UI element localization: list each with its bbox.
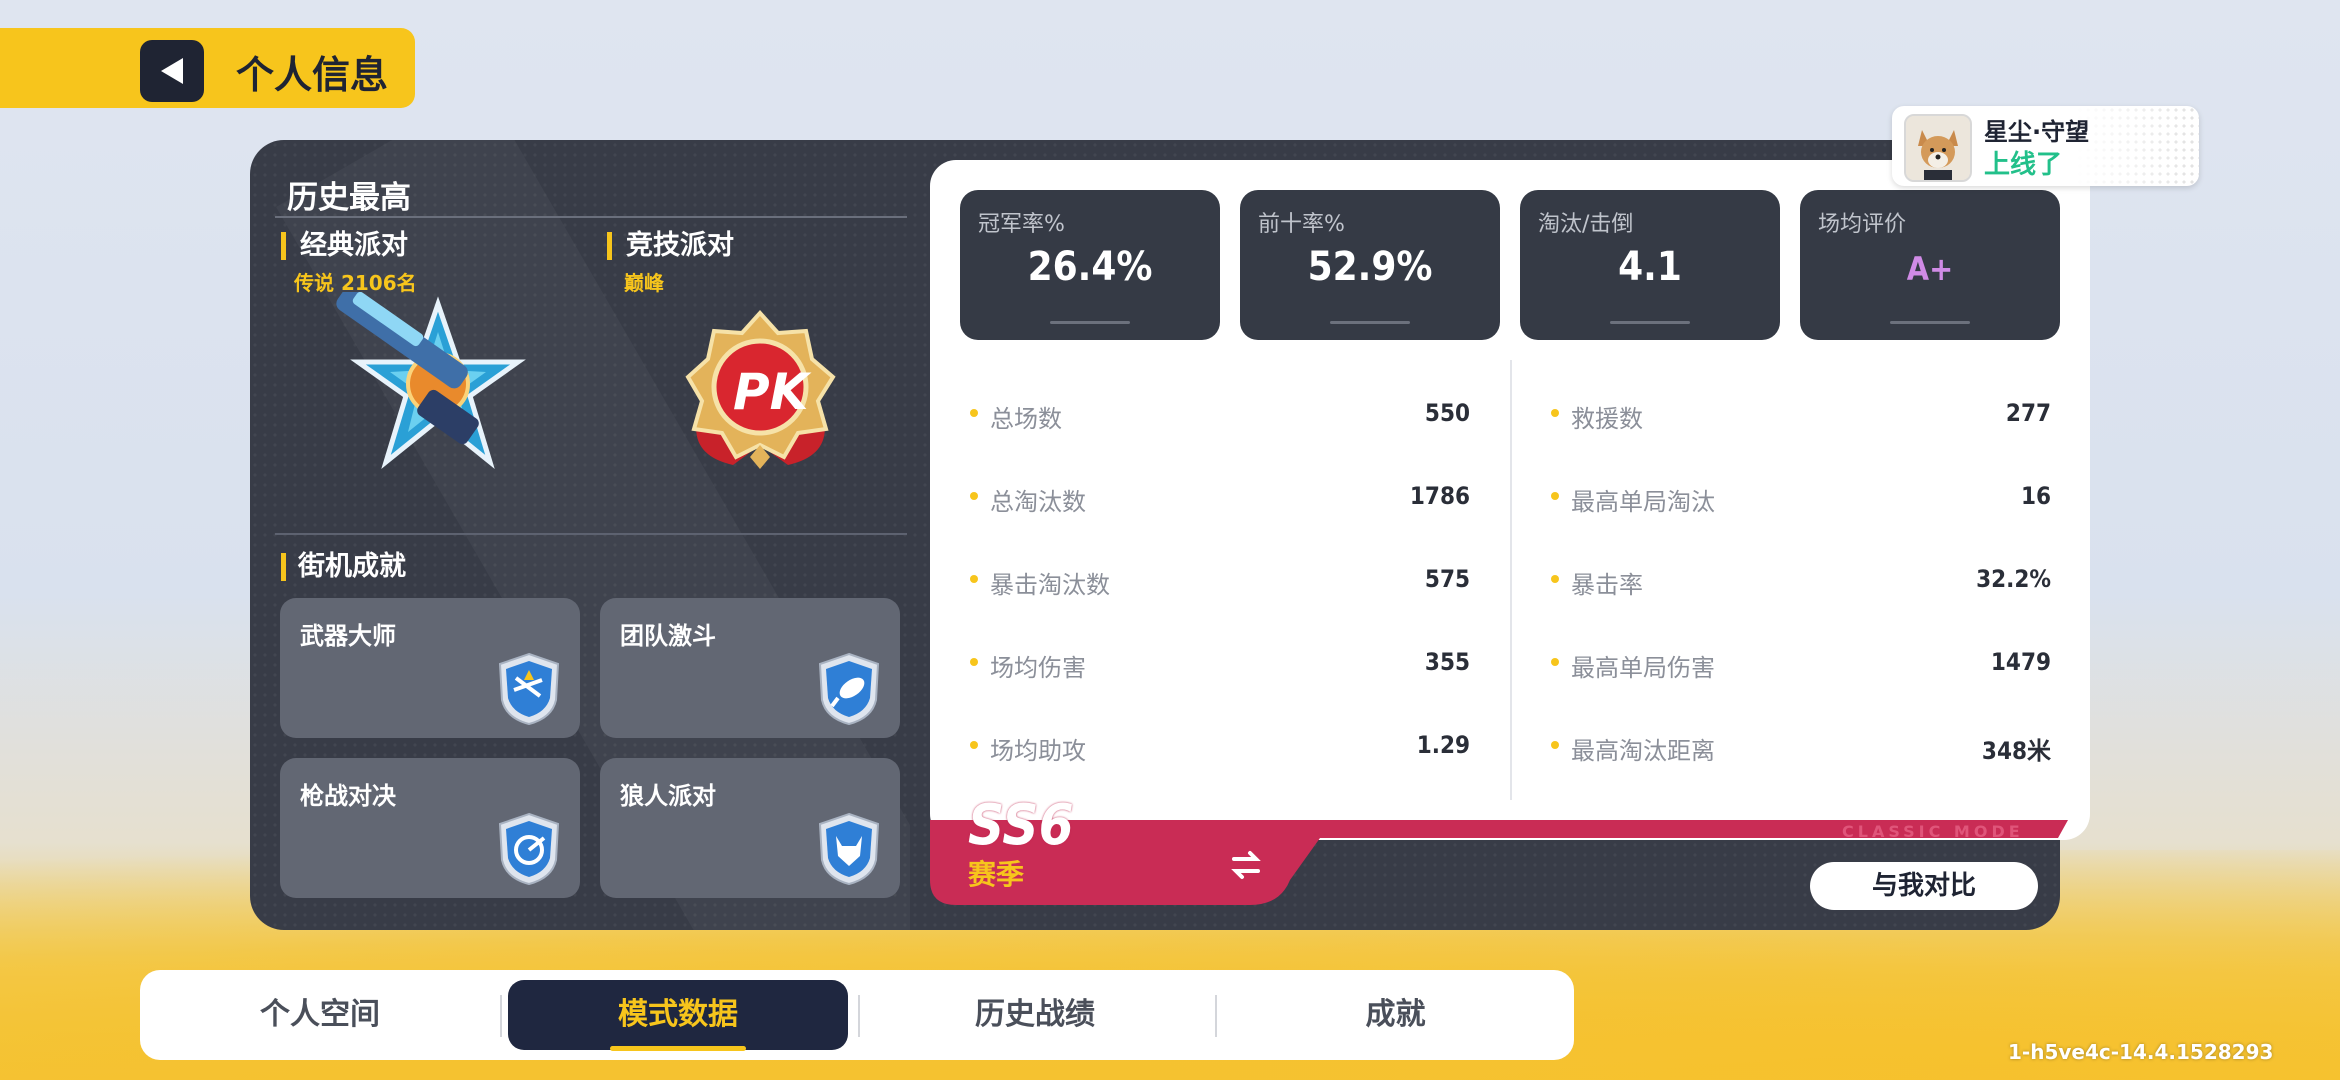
season-code: SS6	[968, 793, 1074, 858]
stat-label: 总淘汰数	[990, 488, 1086, 516]
achievement-team-battle[interactable]: 团队激斗	[600, 598, 900, 738]
stat-value: 355	[1424, 648, 1470, 676]
stat-card-value: 52.9%	[1307, 244, 1433, 290]
stat-row: 总淘汰数 1786	[970, 478, 1470, 518]
stat-card-avg-rating: 场均评价 A+	[1800, 190, 2060, 340]
competitive-party-label: 竞技派对	[607, 232, 734, 260]
stat-card-underline	[1890, 321, 1970, 324]
stat-label: 暴击率	[1571, 571, 1643, 599]
stat-card-grade: A+	[1906, 250, 1954, 288]
achievement-gunfight-duel[interactable]: 枪战对决	[280, 758, 580, 898]
stat-value: 32.2%	[1976, 565, 2051, 593]
stat-label: 最高单局淘汰	[1571, 488, 1715, 516]
stat-card-title: 淘汰/击倒	[1538, 212, 1634, 237]
divider	[275, 216, 907, 218]
bullet-dot	[1551, 409, 1559, 417]
gunfight-duel-icon	[498, 812, 560, 886]
weapon-master-icon	[498, 652, 560, 726]
stat-card-kd: 淘汰/击倒 4.1	[1520, 190, 1780, 340]
version-label: 1-h5ve4c-14.4.1528293	[2008, 1040, 2274, 1064]
stat-row: 最高单局淘汰 16	[1551, 478, 2051, 518]
stat-value: 550	[1424, 399, 1470, 427]
legend-rank-badge-icon[interactable]	[318, 292, 528, 482]
compare-with-me-button[interactable]: 与我对比	[1810, 862, 2038, 910]
stat-label: 最高单局伤害	[1571, 654, 1715, 682]
season-label: 赛季	[968, 858, 1025, 891]
arcade-achievements-title: 街机成就	[281, 553, 406, 581]
stat-row: 场均助攻 1.29	[970, 727, 1470, 767]
bullet-dot	[1551, 658, 1559, 666]
stat-card-top10-rate: 前十率% 52.9%	[1240, 190, 1500, 340]
bullet-dot	[1551, 492, 1559, 500]
bullet-dot	[970, 492, 978, 500]
achievement-werewolf-party[interactable]: 狼人派对	[600, 758, 900, 898]
peak-rank-pk-badge-icon[interactable]: PK	[678, 305, 843, 475]
achievement-label: 枪战对决	[300, 782, 396, 810]
divider	[275, 533, 907, 535]
stat-row: 暴击淘汰数 575	[970, 561, 1470, 601]
stat-card-title: 冠军率%	[978, 212, 1065, 237]
achievement-label: 狼人派对	[620, 782, 716, 810]
stat-card-value: 4.1	[1618, 244, 1682, 290]
stat-label: 暴击淘汰数	[990, 571, 1110, 599]
stat-card-underline	[1330, 321, 1410, 324]
stat-label: 总场数	[990, 405, 1062, 433]
svg-text:PK: PK	[733, 363, 812, 421]
stat-row: 暴击率 32.2%	[1551, 561, 2051, 601]
friend-name: 星尘·守望	[1984, 118, 2090, 146]
stat-label: 场均助攻	[990, 737, 1086, 765]
achievement-weapon-master[interactable]: 武器大师	[280, 598, 580, 738]
history-best-title: 历史最高	[287, 180, 411, 216]
team-battle-icon	[818, 652, 880, 726]
stat-card-value: 26.4%	[1027, 244, 1153, 290]
stat-card-title: 前十率%	[1258, 212, 1345, 237]
friend-online-notification[interactable]: 星尘·守望 上线了	[1892, 106, 2199, 186]
werewolf-party-icon	[818, 812, 880, 886]
achievement-label: 武器大师	[300, 622, 396, 650]
stat-card-win-rate: 冠军率% 26.4%	[960, 190, 1220, 340]
tab-separator	[500, 995, 502, 1037]
classic-party-label: 经典派对	[281, 232, 408, 260]
competitive-party-rank: 巅峰	[624, 271, 664, 295]
mode-watermark: CLASSIC MODE	[1842, 822, 2024, 841]
stat-value: 1786	[1409, 482, 1470, 510]
bullet-dot	[970, 741, 978, 749]
tab-personal-space[interactable]: 个人空间	[140, 970, 500, 1060]
stat-label: 救援数	[1571, 405, 1643, 433]
tab-match-history[interactable]: 历史战绩	[860, 970, 1210, 1060]
stat-card-underline	[1610, 321, 1690, 324]
stat-card-underline	[1050, 321, 1130, 324]
swap-season-icon[interactable]	[1228, 847, 1264, 883]
bullet-dot	[1551, 575, 1559, 583]
back-arrow-icon	[161, 58, 183, 84]
bullet-dot	[970, 658, 978, 666]
column-divider	[1510, 360, 1512, 800]
stat-card-title: 场均评价	[1818, 212, 1907, 237]
stat-value: 348米	[1981, 737, 2051, 765]
bullet-dot	[970, 409, 978, 417]
stat-value: 16	[2020, 482, 2051, 510]
stat-value: 575	[1424, 565, 1470, 593]
avatar	[1904, 114, 1972, 182]
stat-label: 场均伤害	[990, 654, 1086, 682]
stat-row: 总场数 550	[970, 395, 1470, 435]
stat-row: 最高淘汰距离 348米	[1551, 727, 2051, 767]
dog-avatar-icon	[1906, 116, 1970, 180]
stat-label: 最高淘汰距离	[1571, 737, 1715, 765]
active-tab-underline	[610, 1046, 746, 1051]
stat-value: 1.29	[1416, 731, 1470, 759]
bullet-dot	[970, 575, 978, 583]
stat-row: 救援数 277	[1551, 395, 2051, 435]
stat-value: 1479	[1990, 648, 2051, 676]
bullet-dot	[1551, 741, 1559, 749]
stat-value: 277	[2005, 399, 2051, 427]
tab-achievements[interactable]: 成就	[1217, 970, 1574, 1060]
online-status: 上线了	[1984, 150, 2063, 180]
achievement-label: 团队激斗	[620, 622, 716, 650]
stat-row: 场均伤害 355	[970, 644, 1470, 684]
stat-row: 最高单局伤害 1479	[1551, 644, 2051, 684]
page-title: 个人信息	[236, 53, 389, 97]
back-button[interactable]	[140, 40, 204, 102]
